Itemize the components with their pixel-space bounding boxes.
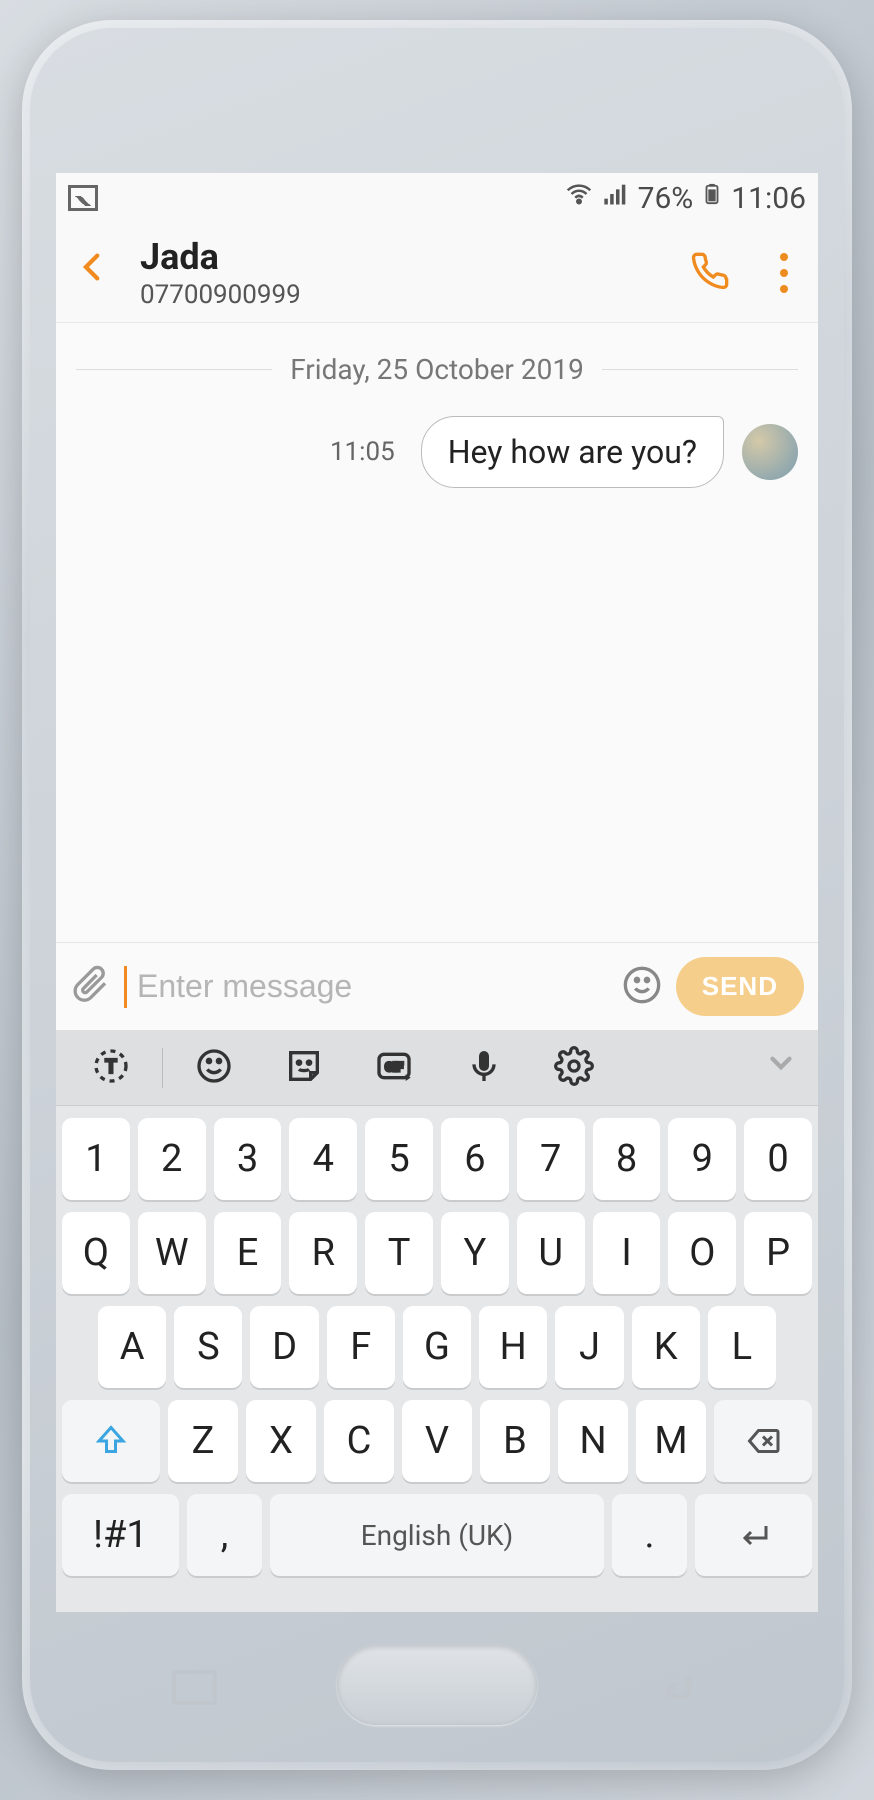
- key-6[interactable]: 6: [441, 1118, 509, 1200]
- send-button[interactable]: SEND: [676, 957, 804, 1016]
- key-a[interactable]: A: [98, 1306, 166, 1388]
- keyboard-settings-icon[interactable]: [529, 1046, 619, 1090]
- battery-percent: 76%: [638, 181, 694, 216]
- compose-bar: SEND: [56, 942, 818, 1030]
- key-i[interactable]: I: [593, 1212, 661, 1294]
- key-b[interactable]: B: [480, 1400, 550, 1482]
- key-4[interactable]: 4: [289, 1118, 357, 1200]
- enter-key[interactable]: [695, 1494, 812, 1576]
- key-2[interactable]: 2: [138, 1118, 206, 1200]
- key-7[interactable]: 7: [517, 1118, 585, 1200]
- key-f[interactable]: F: [327, 1306, 395, 1388]
- attach-button[interactable]: [70, 965, 110, 1009]
- message-thread[interactable]: Friday, 25 October 2019 11:05 Hey how ar…: [56, 323, 818, 942]
- status-clock: 11:06: [731, 181, 806, 216]
- phone-frame: SAMSUNG 76% 11:06: [22, 20, 852, 1770]
- key-u[interactable]: U: [517, 1212, 585, 1294]
- key-3[interactable]: 3: [214, 1118, 282, 1200]
- hardware-back-button[interactable]: [652, 1670, 702, 1705]
- key-z[interactable]: Z: [168, 1400, 238, 1482]
- emoji-button[interactable]: [622, 965, 662, 1009]
- key-v[interactable]: V: [402, 1400, 472, 1482]
- key-1[interactable]: 1: [62, 1118, 130, 1200]
- key-h[interactable]: H: [479, 1306, 547, 1388]
- emoji-icon[interactable]: [169, 1046, 259, 1090]
- date-divider: Friday, 25 October 2019: [76, 353, 798, 386]
- key-e[interactable]: E: [214, 1212, 282, 1294]
- back-button[interactable]: [76, 243, 110, 303]
- key-w[interactable]: W: [138, 1212, 206, 1294]
- more-options-button[interactable]: [770, 249, 798, 297]
- recent-apps-button[interactable]: [172, 1670, 217, 1705]
- key-r[interactable]: R: [289, 1212, 357, 1294]
- keyboard: T GIF: [56, 1030, 818, 1612]
- gif-icon[interactable]: GIF: [349, 1046, 439, 1090]
- status-bar: 76% 11:06: [56, 173, 818, 223]
- message-input[interactable]: [124, 966, 608, 1008]
- home-button[interactable]: [337, 1645, 537, 1725]
- conversation-header: Jada 07700900999: [56, 223, 818, 323]
- key-c[interactable]: C: [324, 1400, 394, 1482]
- key-o[interactable]: O: [668, 1212, 736, 1294]
- key-m[interactable]: M: [636, 1400, 706, 1482]
- sticker-icon[interactable]: [259, 1046, 349, 1090]
- message-time: 11:05: [330, 437, 395, 467]
- key-y[interactable]: Y: [441, 1212, 509, 1294]
- wifi-icon: [564, 179, 594, 217]
- key-5[interactable]: 5: [365, 1118, 433, 1200]
- key-q[interactable]: Q: [62, 1212, 130, 1294]
- key-l[interactable]: L: [708, 1306, 776, 1388]
- backspace-key[interactable]: [714, 1400, 812, 1482]
- signal-icon: [602, 180, 630, 216]
- keyboard-collapse-icon[interactable]: [764, 1046, 808, 1089]
- key-9[interactable]: 9: [668, 1118, 736, 1200]
- key-g[interactable]: G: [403, 1306, 471, 1388]
- voice-input-icon[interactable]: [439, 1046, 529, 1090]
- contact-name[interactable]: Jada: [140, 236, 690, 278]
- call-button[interactable]: [690, 251, 730, 295]
- key-x[interactable]: X: [246, 1400, 316, 1482]
- key-s[interactable]: S: [174, 1306, 242, 1388]
- message-row: 11:05 Hey how are you?: [76, 416, 798, 488]
- message-bubble[interactable]: Hey how are you?: [421, 416, 724, 488]
- contact-number: 07700900999: [140, 280, 690, 310]
- svg-text:T: T: [106, 1056, 117, 1077]
- key-8[interactable]: 8: [593, 1118, 661, 1200]
- battery-icon: [701, 179, 723, 217]
- key-j[interactable]: J: [555, 1306, 623, 1388]
- key-n[interactable]: N: [558, 1400, 628, 1482]
- keyboard-toolbar: T GIF: [56, 1030, 818, 1106]
- symbols-key[interactable]: !#1: [62, 1494, 179, 1576]
- date-label: Friday, 25 October 2019: [290, 353, 584, 386]
- comma-key[interactable]: ,: [187, 1494, 262, 1576]
- shift-key[interactable]: [62, 1400, 160, 1482]
- key-k[interactable]: K: [632, 1306, 700, 1388]
- svg-text:GIF: GIF: [385, 1060, 403, 1074]
- key-0[interactable]: 0: [744, 1118, 812, 1200]
- screen: 76% 11:06 Jada 07700900999: [56, 173, 818, 1612]
- text-mode-icon[interactable]: T: [66, 1046, 156, 1090]
- key-p[interactable]: P: [744, 1212, 812, 1294]
- key-t[interactable]: T: [365, 1212, 433, 1294]
- picture-notification-icon: [68, 185, 98, 211]
- period-key[interactable]: .: [612, 1494, 687, 1576]
- space-key[interactable]: English (UK): [270, 1494, 604, 1576]
- key-d[interactable]: D: [250, 1306, 318, 1388]
- contact-avatar[interactable]: [742, 424, 798, 480]
